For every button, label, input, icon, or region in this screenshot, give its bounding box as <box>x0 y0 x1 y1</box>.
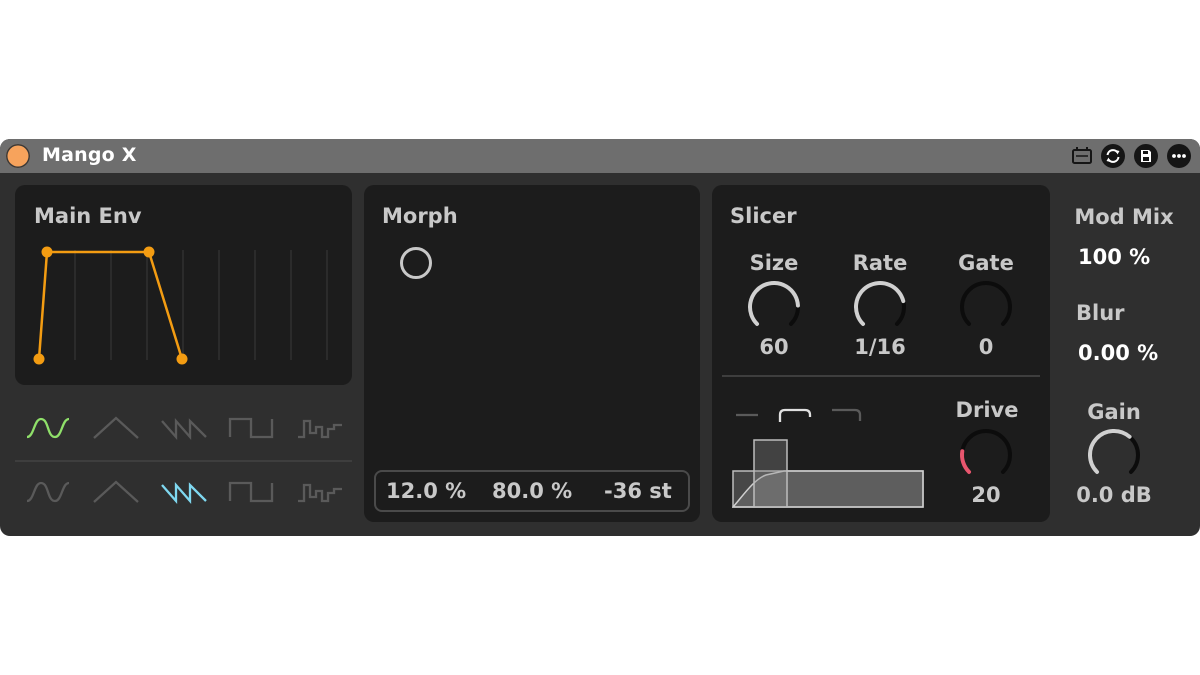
size-label: Size <box>749 251 799 275</box>
lfo2-saw-icon[interactable] <box>160 477 208 511</box>
gain-knob[interactable] <box>1086 427 1142 483</box>
morph-value-2[interactable]: 80.0 % <box>492 479 572 503</box>
envelope-point-release[interactable] <box>143 246 155 258</box>
knob-level <box>854 281 906 326</box>
gate-knob[interactable] <box>958 279 1014 335</box>
size-knob[interactable] <box>746 279 802 335</box>
rate-value: 1/16 <box>854 335 906 359</box>
lfo1-square-icon[interactable] <box>228 413 276 447</box>
size-value: 60 <box>759 335 789 359</box>
morph-panel: Morph 12.0 % 80.0 % -36 st <box>364 185 700 522</box>
mod-mix-value[interactable]: 100 % <box>1078 245 1150 269</box>
gate-value: 0 <box>978 335 994 359</box>
plugin-device: Mango X Main Env Morph 12.0 % 80.0 % -36… <box>0 139 1200 536</box>
envelope-point-attack[interactable] <box>41 246 53 258</box>
curve-soft-icon[interactable] <box>778 407 812 423</box>
device-title: Mango X <box>42 144 137 166</box>
curve-hard-icon[interactable] <box>830 407 864 423</box>
blur-value[interactable]: 0.00 % <box>1078 341 1158 365</box>
lfo2-square-icon[interactable] <box>228 477 276 511</box>
midi-map-icon[interactable] <box>1070 145 1094 167</box>
envelope-panel: Main Env <box>15 185 352 385</box>
morph-value-3[interactable]: -36 st <box>604 479 672 503</box>
drive-label: Drive <box>955 398 1019 422</box>
curve-flat-icon[interactable] <box>734 407 760 421</box>
gain-value: 0.0 dB <box>1076 483 1152 507</box>
envelope-point-end[interactable] <box>176 353 188 365</box>
more-icon[interactable] <box>1167 144 1191 168</box>
save-icon[interactable] <box>1134 144 1158 168</box>
gate-label: Gate <box>958 251 1014 275</box>
slicer-title: Slicer <box>730 204 797 228</box>
lfo2-sine-icon[interactable] <box>24 477 72 511</box>
morph-values-box: 12.0 % 80.0 % -36 st <box>374 470 690 512</box>
morph-xy-handle[interactable] <box>400 247 432 279</box>
lfo1-sine-icon[interactable] <box>24 413 72 447</box>
slicer-divider <box>722 375 1040 377</box>
lfo-divider <box>15 460 352 462</box>
slicer-panel: Slicer Size 60 Rate 1/16 Gate 0 Drive 20 <box>712 185 1050 522</box>
title-bar: Mango X <box>0 139 1200 173</box>
knob-level <box>1087 429 1132 474</box>
lfo1-triangle-icon[interactable] <box>92 413 140 447</box>
refresh-icon[interactable] <box>1101 144 1125 168</box>
envelope-graph[interactable] <box>15 185 352 385</box>
mod-mix-label: Mod Mix <box>1074 205 1174 229</box>
rate-knob[interactable] <box>852 279 908 335</box>
lfo2-triangle-icon[interactable] <box>92 477 140 511</box>
blur-label: Blur <box>1076 301 1125 325</box>
knob-level <box>748 281 800 326</box>
drive-knob[interactable] <box>958 427 1014 483</box>
lfo2-random-icon[interactable] <box>296 477 344 511</box>
morph-value-1[interactable]: 12.0 % <box>386 479 466 503</box>
lfo1-saw-icon[interactable] <box>160 413 208 447</box>
knob-level <box>960 449 972 474</box>
rate-label: Rate <box>852 251 908 275</box>
lfo1-random-icon[interactable] <box>296 413 344 447</box>
knob-track <box>960 429 1012 474</box>
envelope-point-start[interactable] <box>33 353 45 365</box>
drive-value: 20 <box>971 483 1001 507</box>
power-toggle[interactable] <box>6 144 30 168</box>
morph-title: Morph <box>382 204 458 228</box>
gain-label: Gain <box>1087 400 1141 424</box>
knob-track <box>960 281 1012 326</box>
slice-shape-graph[interactable] <box>732 435 926 509</box>
